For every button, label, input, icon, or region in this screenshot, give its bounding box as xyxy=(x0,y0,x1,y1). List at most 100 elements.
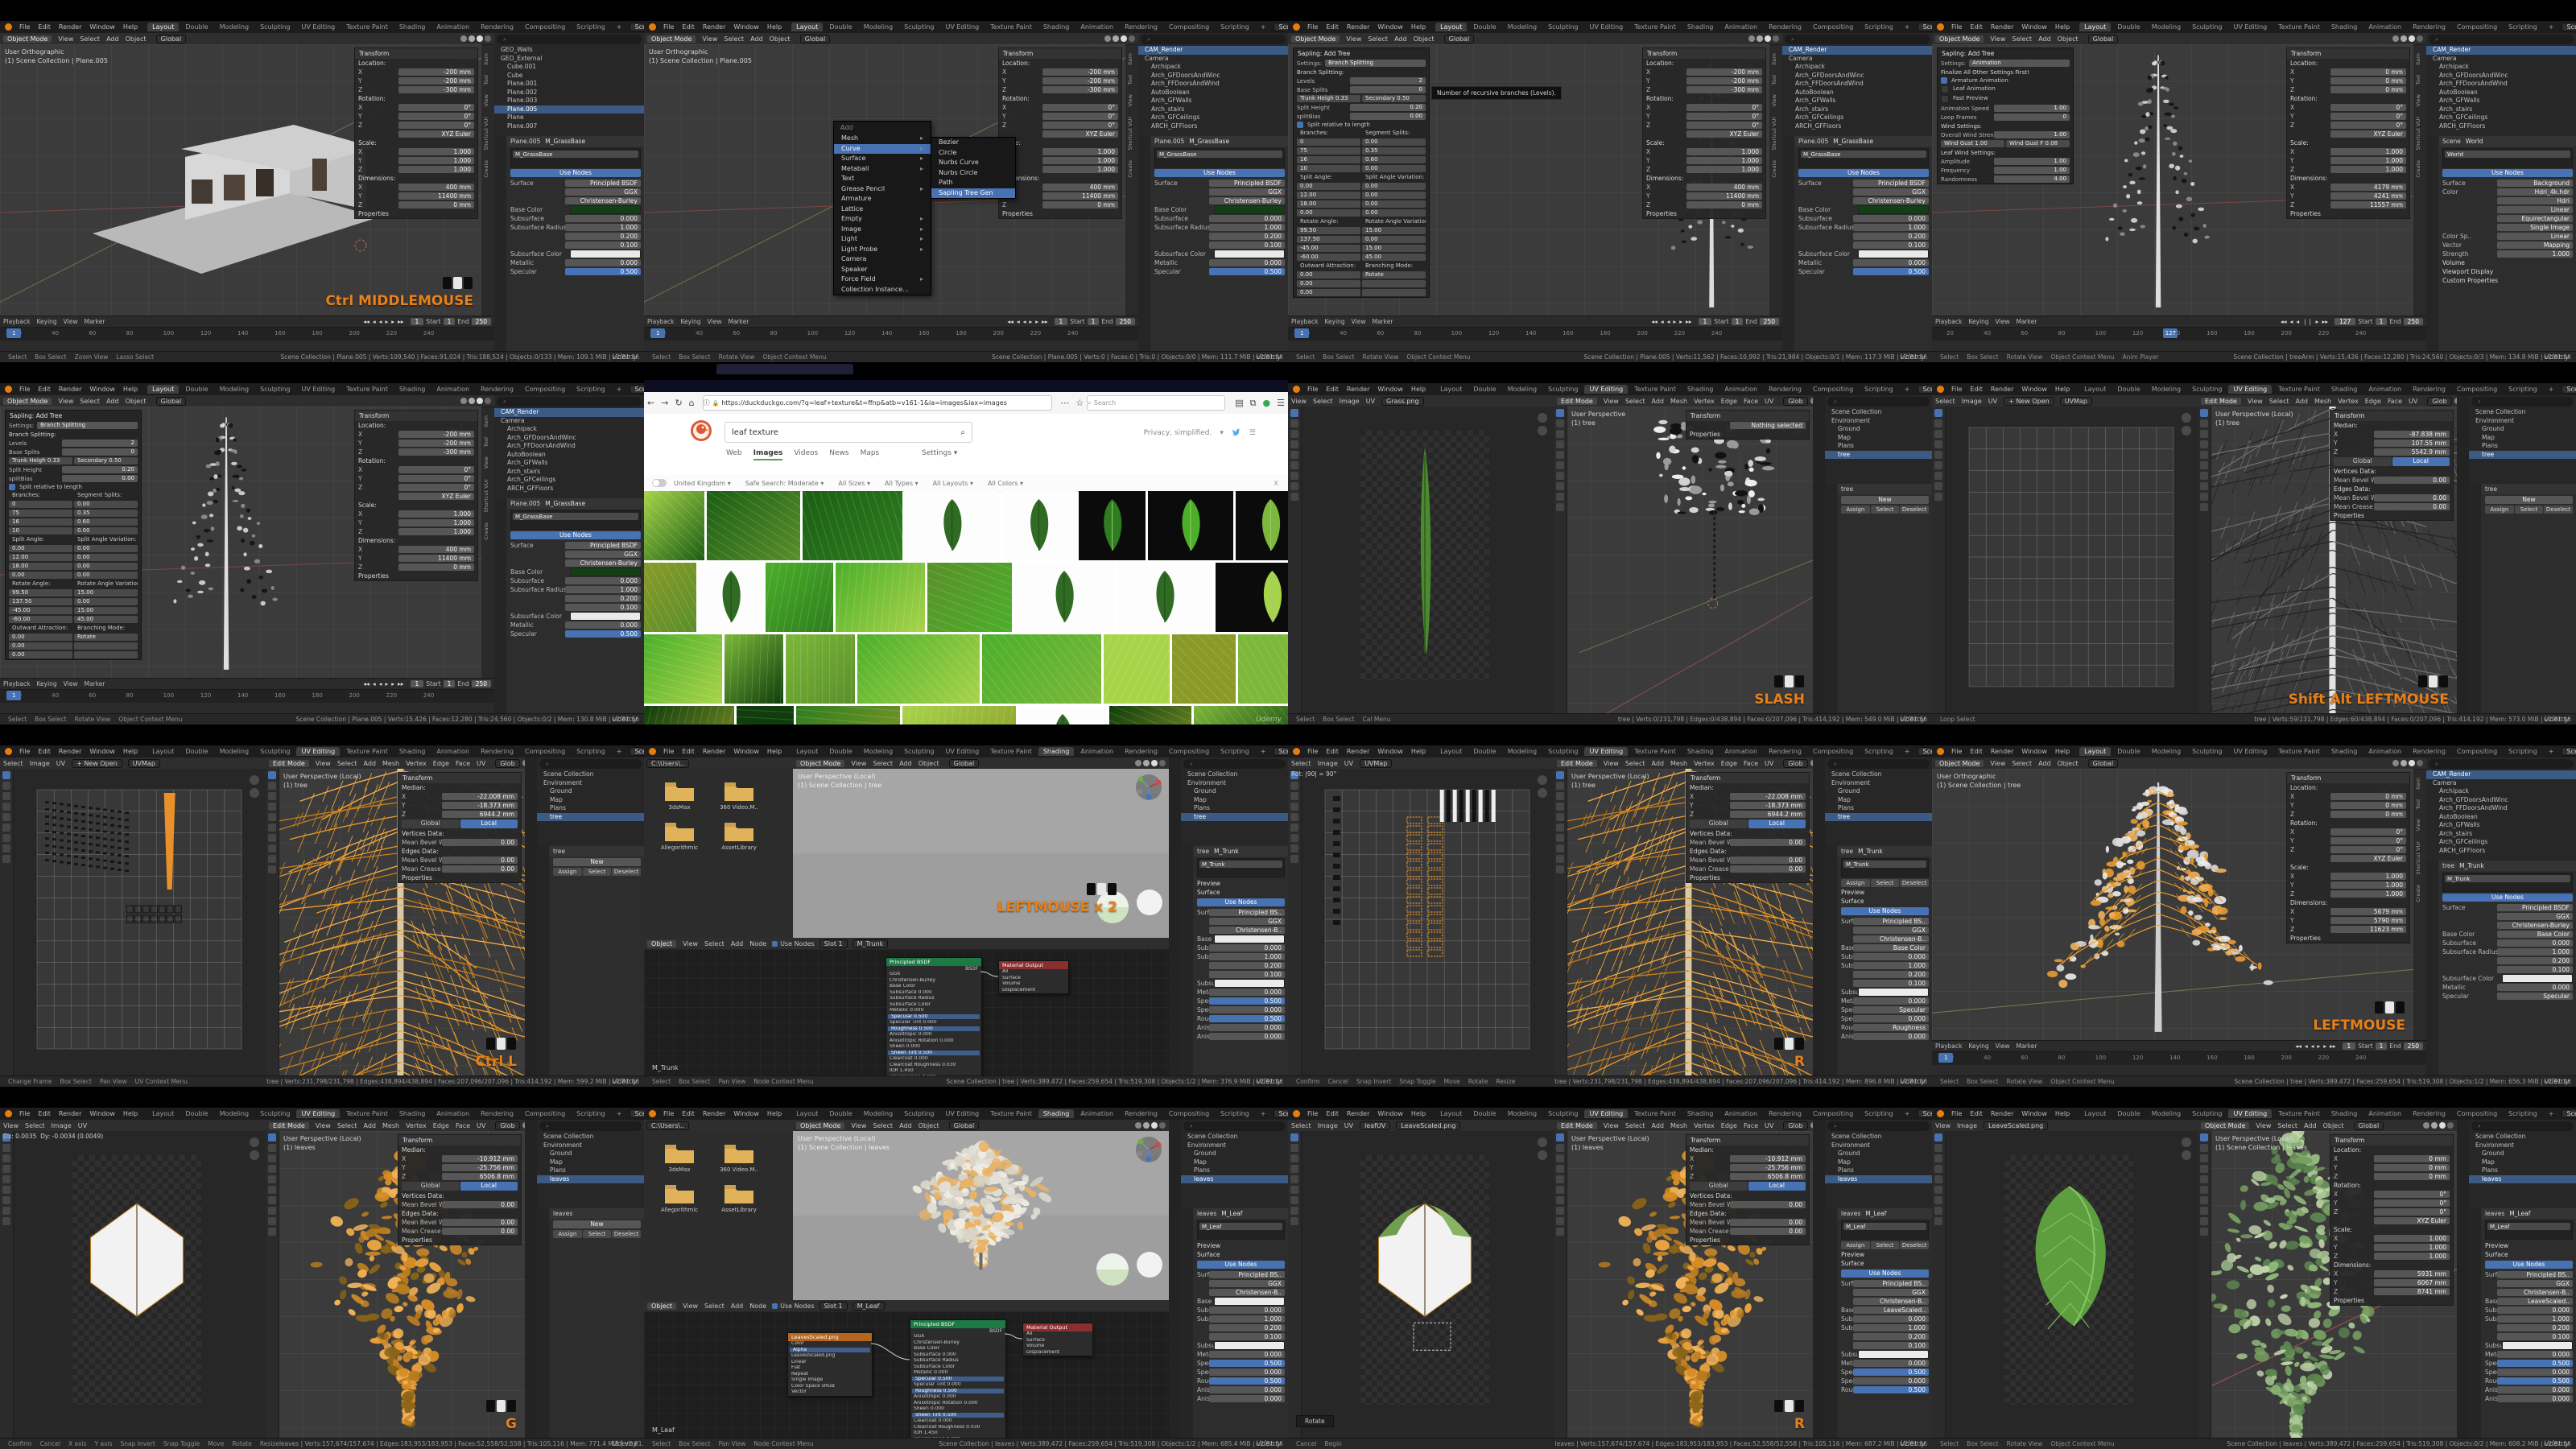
field-value[interactable]: XYZ Euler xyxy=(2330,855,2406,862)
next-key-icon[interactable]: ▸ xyxy=(1035,318,1038,325)
viewport-menu-object[interactable]: Object xyxy=(2320,1122,2347,1129)
shading-mode-icon[interactable] xyxy=(485,398,491,404)
workspace-tab-[interactable]: + xyxy=(1900,747,1915,756)
workspace-tab-modeling[interactable]: Modeling xyxy=(215,385,254,394)
uv-image-name[interactable]: UVMap xyxy=(2060,397,2092,406)
uv-tool-icon[interactable] xyxy=(1934,409,1942,417)
deselect-button[interactable]: Deselect xyxy=(612,868,641,876)
viewport-tool-icon[interactable] xyxy=(268,1196,276,1204)
material-output-node[interactable]: Material OutputAllSurfaceVolumeDisplacem… xyxy=(998,960,1069,994)
field-value[interactable]: 0 xyxy=(1297,138,1360,146)
viewport-tool-icon[interactable] xyxy=(2200,409,2208,417)
curve-submenu-item[interactable]: Nurbs Curve xyxy=(931,158,1015,168)
viewport-menu-edge[interactable]: Edge xyxy=(2362,398,2384,405)
field-value[interactable]: Secondary 0.50 xyxy=(74,457,138,464)
workspace-tab-compositing[interactable]: Compositing xyxy=(1808,1109,1858,1118)
uv-menu-image[interactable]: Image xyxy=(1315,1122,1341,1129)
workspace-tab-shading[interactable]: Shading xyxy=(1038,747,1075,756)
workspace-tab-texturepaint[interactable]: Texture Paint xyxy=(1629,1109,1681,1118)
workspace-tab-layout[interactable]: Layout xyxy=(147,747,179,756)
add-menu-item[interactable]: Grease Pencil▸ xyxy=(834,184,931,195)
viewport-menu-view[interactable]: View xyxy=(699,35,720,43)
outliner-search-input[interactable]: ⌕ xyxy=(2471,1121,2574,1131)
field-value[interactable]: 1.000 xyxy=(2374,1235,2450,1242)
field-value[interactable]: -45.00 xyxy=(1297,245,1360,252)
workspace-tab-scripting[interactable]: Scripting xyxy=(2504,385,2542,394)
outliner-item[interactable]: Cube.001 xyxy=(494,63,644,72)
add-menu-item[interactable]: Light▸ xyxy=(834,234,931,245)
viewport-menu-select[interactable]: Select xyxy=(334,760,361,767)
viewport-3d[interactable]: TransformLocation:X-200 mmY-200 mmZ-300 … xyxy=(1288,44,1769,316)
outliner-search-input[interactable]: ⌕ xyxy=(1183,1121,1286,1131)
outliner-item[interactable]: Arch_stairs xyxy=(1138,105,1288,114)
outliner-item[interactable]: Archipack xyxy=(494,425,644,434)
shading-mode-icon[interactable] xyxy=(2409,760,2415,766)
field-value[interactable]: Principled BS.. xyxy=(1209,909,1285,916)
outliner-item[interactable]: ARCH_GFFloors xyxy=(494,485,644,493)
outliner-item[interactable]: Arch_GFDoorsAndWinc xyxy=(1138,72,1288,80)
field-value[interactable]: 0 xyxy=(62,448,138,456)
workspace-tab-animation[interactable]: Animation xyxy=(2363,747,2406,756)
deselect-button[interactable]: Deselect xyxy=(1900,506,1929,514)
outliner-item[interactable]: Ground xyxy=(1825,1150,1932,1158)
prev-key-icon[interactable]: ◂ xyxy=(1017,318,1020,325)
viewport-menu-select[interactable]: Select xyxy=(1622,398,1649,405)
transform-orientation-dropdown[interactable]: Global xyxy=(2088,759,2119,768)
workspace-tab-compositing[interactable]: Compositing xyxy=(520,747,570,756)
topbar-menu-window[interactable]: Window xyxy=(1373,748,1407,755)
outliner-search-input[interactable]: ⌕ xyxy=(1141,35,1286,44)
outliner-item[interactable]: leaves xyxy=(537,1175,644,1184)
field-value[interactable]: -18.373 mm xyxy=(1730,802,1806,809)
field-value[interactable]: 99.50 xyxy=(9,589,72,597)
field-value[interactable]: 0° xyxy=(1042,113,1118,120)
field-value[interactable] xyxy=(74,642,138,650)
outliner-item[interactable]: Map xyxy=(1181,1158,1288,1167)
viewport-menu-uv[interactable]: UV xyxy=(1761,398,1777,405)
viewport-menu-vertex[interactable]: Vertex xyxy=(2334,398,2362,405)
field-value[interactable]: 1.000 xyxy=(398,166,474,173)
field-value[interactable]: 18.00 xyxy=(9,563,72,570)
field-value[interactable]: 0.500 xyxy=(1853,1368,1929,1376)
transform-orientation-dropdown[interactable]: Global xyxy=(156,397,187,406)
slot-dropdown[interactable]: Slot 1 xyxy=(819,939,848,948)
uv-tool-icon[interactable] xyxy=(1934,1133,1942,1141)
field-value[interactable]: -45.00 xyxy=(9,607,72,614)
uv-tool-icon[interactable] xyxy=(1290,1175,1298,1183)
viewport-tool-icon[interactable] xyxy=(2200,472,2208,480)
play-reverse-icon[interactable]: ◂ xyxy=(2296,318,2299,325)
workspace-tab-scripting[interactable]: Scripting xyxy=(572,23,610,31)
viewport-menu-object[interactable]: Object xyxy=(2054,760,2082,767)
blender-logo-icon[interactable] xyxy=(1293,386,1300,393)
select-button[interactable]: Select xyxy=(1871,879,1900,887)
outliner-item[interactable]: Ground xyxy=(1825,787,1932,796)
query-text[interactable]: leaf texture xyxy=(732,428,960,437)
mode-dropdown[interactable]: Object Mode xyxy=(647,35,696,43)
jump-end-icon[interactable]: ▸▸ xyxy=(2330,1042,2336,1050)
topbar-menu-file[interactable]: File xyxy=(15,386,34,393)
use-nodes-button[interactable]: Use Nodes xyxy=(1841,907,1929,915)
workspace-tab-scripting[interactable]: Scripting xyxy=(1216,1109,1254,1118)
outliner-item[interactable]: Ground xyxy=(1181,787,1288,796)
field-value[interactable]: 2 xyxy=(1350,77,1426,85)
workspace-tab-rendering[interactable]: Rendering xyxy=(476,747,518,756)
leaf-image-result[interactable] xyxy=(1104,634,1170,704)
field-value[interactable]: 0.100 xyxy=(1853,1342,1929,1349)
prev-key-icon[interactable]: ◂ xyxy=(373,680,376,687)
prev-key-icon[interactable]: ◂ xyxy=(373,318,376,325)
field-value[interactable]: 0.00 xyxy=(62,475,138,482)
field-value[interactable]: 400 mm xyxy=(1686,184,1762,191)
workspace-tab-layout[interactable]: Layout xyxy=(791,747,823,756)
uv-menu-image[interactable]: Image xyxy=(1336,398,1363,405)
sidebar-tab-view[interactable]: View xyxy=(2413,89,2423,111)
curve-submenu-item[interactable]: Path xyxy=(931,178,1015,188)
uv-menu-image[interactable]: Image xyxy=(1315,760,1341,767)
workspace-tab-rendering[interactable]: Rendering xyxy=(2408,747,2450,756)
node-menu-node[interactable]: Node xyxy=(746,940,770,947)
workspace-tab-double[interactable]: Double xyxy=(180,385,213,394)
timeline-menu-playback[interactable]: Playback xyxy=(0,680,33,687)
field-value[interactable]: 1.000 xyxy=(398,510,474,518)
color-swatch[interactable] xyxy=(1214,1341,1285,1350)
select-button[interactable]: Select xyxy=(2515,506,2544,514)
outliner-item[interactable]: Arch_FFDoorsAndWind xyxy=(1138,80,1288,89)
workspace-tab-uvediting[interactable]: UV Editing xyxy=(1584,1109,1628,1118)
